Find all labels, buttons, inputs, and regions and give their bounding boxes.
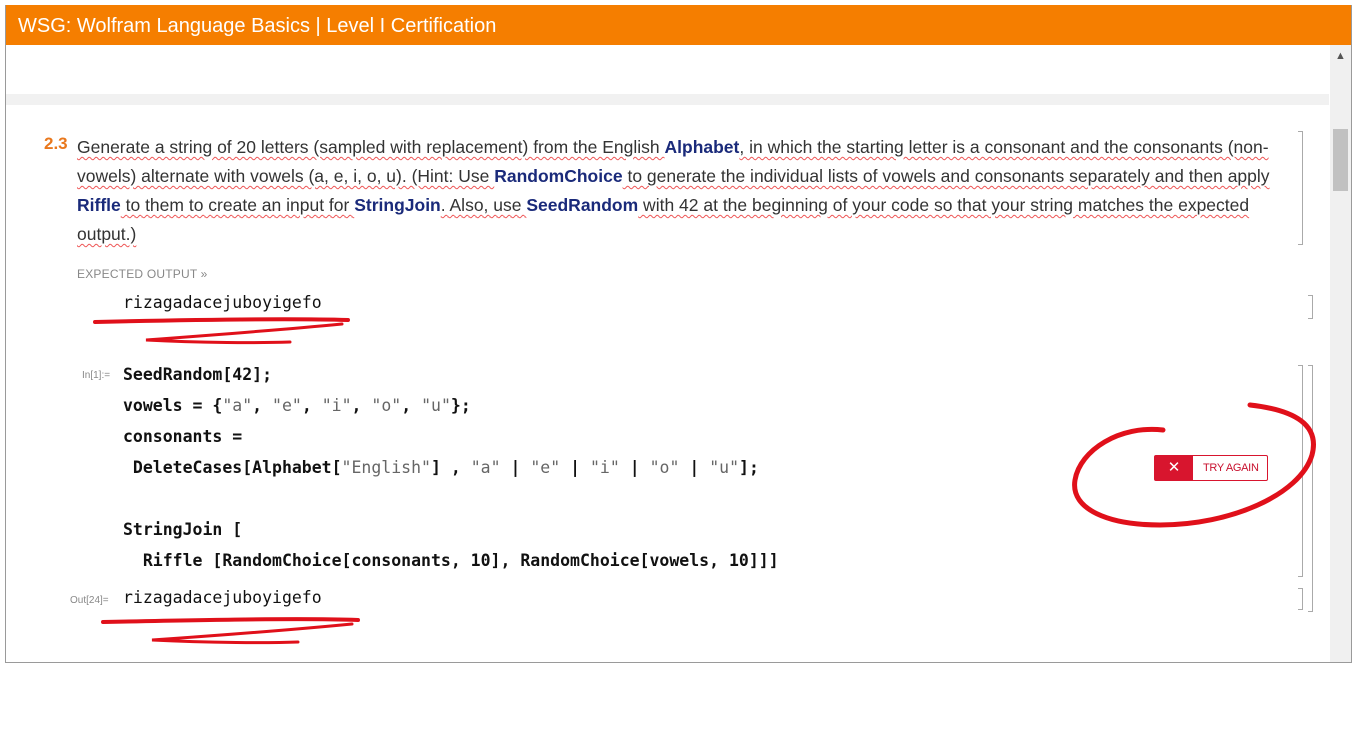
- underline-expected-2: [145, 322, 344, 345]
- annotation-layer: [93, 317, 1316, 645]
- underline-expected-1: [93, 317, 350, 324]
- underline-output-1: [101, 617, 360, 624]
- try-again-circle: [1072, 402, 1316, 528]
- underline-output-2: [151, 622, 354, 645]
